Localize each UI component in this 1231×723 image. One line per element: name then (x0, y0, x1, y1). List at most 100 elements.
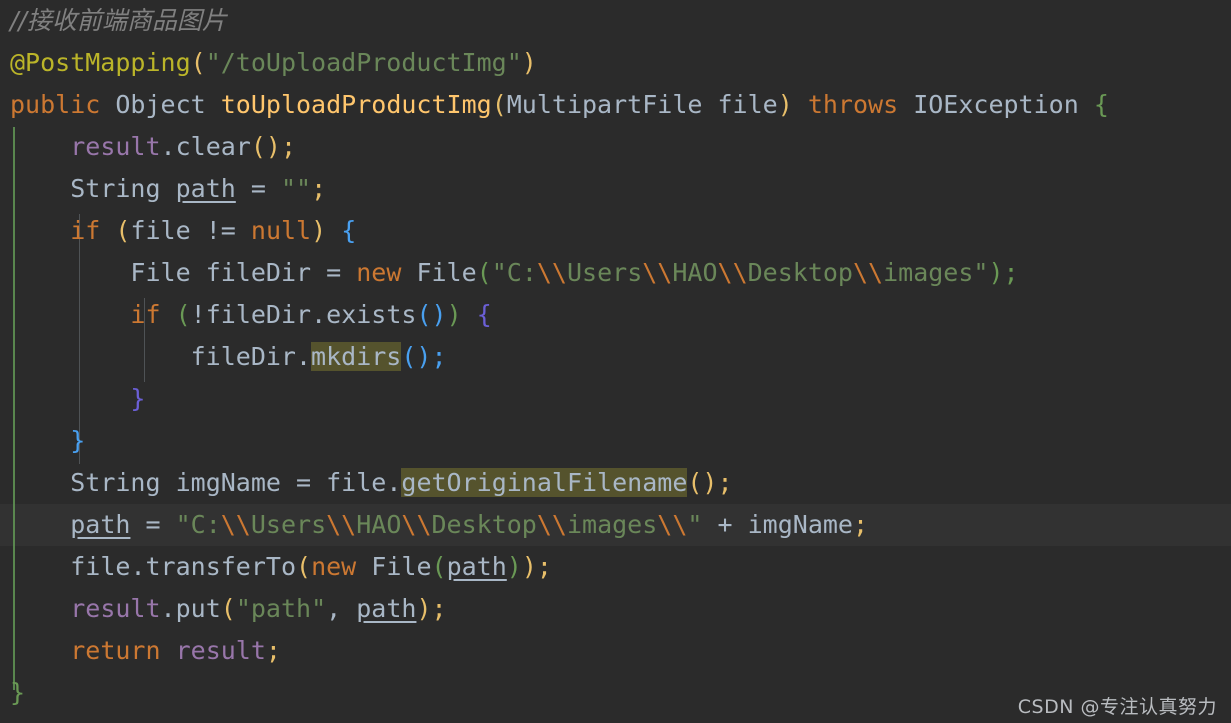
code-line-5[interactable]: String path = ""; (0, 168, 1109, 210)
field-result: result (70, 132, 161, 161)
var-file: file (70, 552, 131, 581)
paren-open: ( (296, 552, 312, 581)
local-var-path: path (175, 174, 236, 203)
local-var-filedir: fileDir (205, 258, 312, 287)
escape-sequence: \\ (401, 510, 432, 539)
var-imgname: imgName (747, 510, 853, 539)
code-line-7[interactable]: File fileDir = new File("C:\\Users\\HAO\… (0, 252, 1109, 294)
paren-open: ( (190, 48, 206, 77)
local-var-path: path (446, 552, 507, 581)
escape-sequence: \\ (657, 510, 688, 539)
field-result: result (70, 594, 161, 623)
keyword-if: if (70, 216, 101, 245)
code-line-15[interactable]: result.put("path", path); (0, 588, 1109, 630)
string-literal-imagedir: "C:\\Users\\HAO\\Desktop\\images" (491, 258, 989, 287)
brace-open: { (341, 216, 357, 245)
code-line-16[interactable]: return result; (0, 630, 1109, 672)
code-line-10[interactable]: } (0, 378, 1109, 420)
code-line-1[interactable]: //接收前端商品图片 (0, 0, 1109, 42)
param-type: MultipartFile (506, 90, 703, 119)
code-line-4[interactable]: result.clear(); (0, 126, 1109, 168)
paren-pair: () (687, 468, 718, 497)
brace-close: } (70, 426, 86, 455)
semicolon: ; (280, 132, 297, 161)
keyword-public: public (10, 90, 101, 119)
brace-close: } (10, 678, 26, 707)
type-file: File (130, 258, 191, 287)
annotation-string-value: "/toUploadProductImg" (205, 48, 522, 77)
code-line-17[interactable]: } (0, 672, 1109, 714)
code-line-13[interactable]: path = "C:\\Users\\HAO\\Desktop\\images\… (0, 504, 1109, 546)
brace-open: { (476, 300, 492, 329)
keyword-null: null (250, 216, 312, 245)
var-filedir: fileDir (190, 342, 296, 371)
semicolon: ; (431, 342, 447, 371)
string-literal-key-path: "path" (235, 594, 327, 623)
paren-close: ) (521, 48, 537, 77)
paren-open: ( (431, 552, 447, 581)
escape-sequence: \\ (326, 510, 357, 539)
var-filedir: fileDir (205, 300, 312, 329)
code-line-14[interactable]: file.transferTo(new File(path)); (0, 546, 1109, 588)
code-line-11[interactable]: } (0, 420, 1109, 462)
empty-string-literal: "" (280, 174, 312, 203)
local-var-path: path (356, 594, 417, 623)
brace-close: } (130, 384, 146, 413)
return-type: Object (115, 90, 206, 119)
keyword-new: new (356, 258, 402, 287)
code-line-9[interactable]: fileDir.mkdirs(); (0, 336, 1109, 378)
code-line-6[interactable]: if (file != null) { (0, 210, 1109, 252)
line-comment: //接收前端商品图片 (10, 6, 227, 35)
keyword-if: if (130, 300, 161, 329)
escape-sequence: \\ (220, 510, 251, 539)
code-content[interactable]: //接收前端商品图片 @PostMapping("/toUploadProduct… (0, 0, 1109, 714)
paren-close: ) (416, 594, 432, 623)
paren-close: ) (446, 300, 462, 329)
semicolon: ; (717, 468, 733, 497)
paren-open: ( (476, 258, 492, 287)
brace-open: { (1093, 90, 1109, 119)
annotation-name: @PostMapping (10, 48, 191, 77)
keyword-return: return (70, 636, 161, 665)
local-var-imgname: imgName (175, 468, 281, 497)
keyword-throws: throws (807, 90, 899, 119)
code-line-8[interactable]: if (!fileDir.exists()) { (0, 294, 1109, 336)
type-file: File (371, 552, 432, 581)
keyword-new: new (311, 552, 357, 581)
local-var-path: path (70, 510, 131, 539)
semicolon: ; (536, 552, 552, 581)
code-line-3[interactable]: public Object toUploadProductImg(Multipa… (0, 84, 1109, 126)
code-editor-viewport[interactable]: //接收前端商品图片 @PostMapping("/toUploadProduct… (0, 0, 1231, 723)
param-name: file (717, 90, 778, 119)
escape-sequence: \\ (536, 258, 567, 287)
var-file: file (130, 216, 191, 245)
paren-close: ) (311, 216, 327, 245)
escape-sequence: \\ (536, 510, 567, 539)
csdn-watermark: CSDN @专注认真努力 (1017, 696, 1217, 718)
paren-pair: () (416, 300, 447, 329)
type-string: String (70, 174, 161, 203)
type-file: File (416, 258, 477, 287)
semicolon: ; (431, 594, 447, 623)
method-transferto: transferTo (145, 552, 297, 581)
paren-close: ) (777, 90, 793, 119)
semicolon: ; (311, 174, 327, 203)
escape-sequence: \\ (642, 258, 673, 287)
method-mkdirs: mkdirs (311, 342, 402, 371)
throws-type: IOException (913, 90, 1079, 119)
method-clear: clear (175, 132, 251, 161)
escape-sequence: \\ (852, 258, 884, 287)
paren-close: ) (506, 552, 522, 581)
var-file: file (326, 468, 387, 497)
paren-pair: () (250, 132, 281, 161)
paren-open: ( (115, 216, 131, 245)
paren-open: ( (175, 300, 191, 329)
paren-close: ) (988, 258, 1004, 287)
semicolon: ; (852, 510, 869, 539)
code-line-2[interactable]: @PostMapping("/toUploadProductImg") (0, 42, 1109, 84)
method-declaration-name: toUploadProductImg (220, 90, 492, 119)
code-line-12[interactable]: String imgName = file.getOriginalFilenam… (0, 462, 1109, 504)
paren-open: ( (491, 90, 507, 119)
paren-close: ) (521, 552, 537, 581)
escape-sequence: \\ (717, 258, 748, 287)
